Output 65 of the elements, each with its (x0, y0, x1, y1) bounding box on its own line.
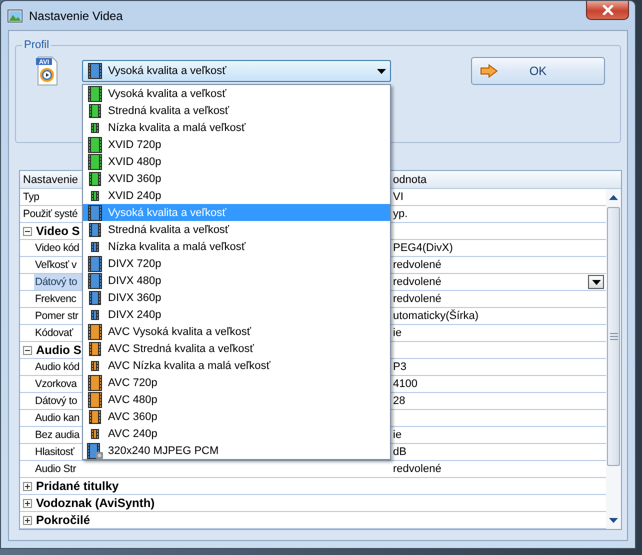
property-value: ie (393, 327, 403, 339)
grip-icon (610, 333, 618, 340)
dropdown-option[interactable]: Vysoká kvalita a veľkosť (83, 85, 390, 102)
property-value: PEG4(DivX) (393, 242, 454, 254)
expand-icon[interactable] (23, 516, 32, 524)
arrow-icon (480, 64, 500, 78)
dropdown-option[interactable]: Stredná kvalita a veľkosť (83, 221, 390, 238)
dropdown-option[interactable]: XVID 240p (83, 187, 390, 204)
group-label: Profil (23, 39, 50, 51)
scroll-down-icon[interactable] (609, 518, 618, 523)
property-value: VI (393, 191, 404, 203)
expand-icon[interactable] (23, 498, 32, 508)
property-value: dB (393, 446, 408, 458)
scrollbar[interactable] (606, 189, 621, 529)
close-icon (602, 5, 614, 15)
dropdown-option[interactable]: Stredná kvalita a veľkosť (83, 102, 390, 119)
property-value: yp. (393, 208, 409, 220)
group-name: Video S (36, 224, 80, 238)
scroll-up-icon[interactable] (609, 195, 618, 200)
group-name: Pridané titulky (36, 479, 119, 493)
group-name: Audio S (36, 343, 82, 357)
film-icon (87, 63, 103, 79)
window-title: Nastavenie Videa (29, 8, 123, 22)
collapse-icon[interactable] (23, 346, 32, 354)
collapse-icon[interactable] (23, 226, 32, 236)
property-value: redvolené (393, 259, 442, 271)
expand-icon[interactable] (23, 482, 32, 490)
caret-icon (592, 280, 600, 284)
dropdown-option[interactable]: AVC Vysoká kvalita a veľkosť (83, 323, 390, 340)
caret-icon (377, 68, 386, 74)
property-value: 4100 (393, 378, 418, 390)
property-value: redvolené (393, 293, 442, 305)
dropdown-option[interactable]: Nízka kvalita a malá veľkosť (83, 238, 390, 255)
property-value: utomaticky(Šírka) (393, 310, 480, 322)
group-name: Vodoznak (AviSynth) (36, 496, 155, 510)
property-value: ie (393, 429, 403, 441)
dropdown-option[interactable]: XVID 720p (83, 136, 390, 153)
picture-icon (7, 8, 23, 24)
dropdown-option[interactable]: DIVX 240p (83, 306, 390, 323)
scroll-thumb[interactable] (607, 207, 620, 466)
group-name: Pokročilé (36, 513, 90, 527)
dropdown-option[interactable]: XVID 360p (83, 170, 390, 187)
dropdown-option[interactable]: AVC 720p (83, 374, 390, 391)
column-header: Nastavenie (23, 174, 78, 186)
ok-button[interactable]: OK (471, 57, 605, 85)
dropdown-option[interactable]: AVC Stredná kvalita a veľkosť (83, 340, 390, 357)
dropdown-option[interactable]: AVC 240p (83, 425, 390, 442)
property-value: redvolené (393, 276, 442, 288)
property-value: 28 (393, 395, 406, 407)
dropdown-option[interactable]: AVC Nízka kvalita a malá veľkosť (83, 357, 390, 374)
dropdown-option[interactable]: DIVX 720p (83, 255, 390, 272)
dropdown-option[interactable]: DIVX 360p (83, 289, 390, 306)
property-value: redvolené (393, 463, 442, 475)
dropdown-option[interactable]: XVID 480p (83, 153, 390, 170)
property-value: P3 (393, 361, 408, 373)
dropdown-option[interactable]: AVC 480p (83, 391, 390, 408)
dropdown-option[interactable]: Nízka kvalita a malá veľkosť (83, 119, 390, 136)
column-header: odnota (392, 172, 427, 188)
profile-dropdown[interactable]: Vysoká kvalita a veľkosť (82, 60, 391, 82)
dropdown-option[interactable]: DIVX 480p (83, 272, 390, 289)
value-dropdown-button[interactable] (588, 275, 604, 289)
dropdown-option[interactable]: 320x240 MJPEG PCM (83, 442, 390, 459)
dropdown-option[interactable]: AVC 360p (83, 408, 390, 425)
property-name[interactable]: Audio Str (34, 461, 384, 477)
close-button[interactable] (586, 1, 629, 20)
